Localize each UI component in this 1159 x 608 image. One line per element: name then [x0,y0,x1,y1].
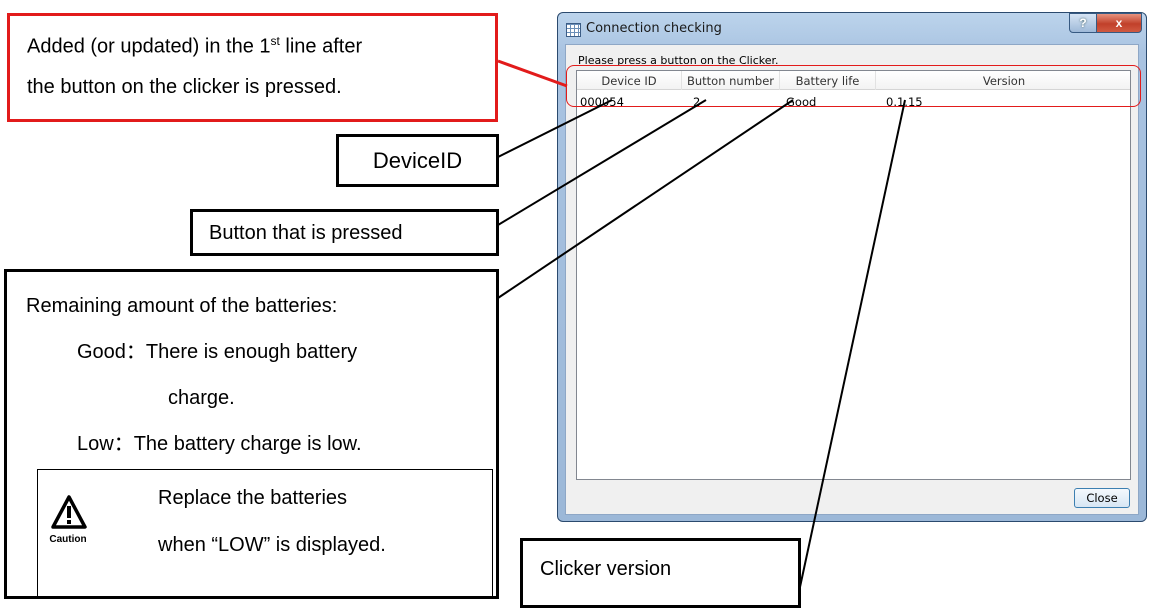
added-text-part-1: Added (or updated) in the 1 [27,35,271,58]
battery-low-line: Low：The battery charge is low. [77,433,362,455]
version-callout-box: Clicker version [520,538,801,608]
deviceid-callout-line [497,99,613,158]
added-callout-line-1: Added (or updated) in the 1st line after [27,23,362,65]
caution-line-1: Replace the batteries [158,487,348,509]
deviceid-callout-box: DeviceID [336,134,499,187]
battery-good-continued: charge. [168,387,235,409]
button-callout-text: Button that is pressed [209,222,403,244]
battery-good-line: Good：There is enough battery [77,341,358,363]
battery-callout-box: Remaining amount of the batteries: Good：… [4,269,499,599]
version-callout-line [799,99,906,588]
version-callout-text: Clicker version [540,558,672,580]
caution-line-2: when “LOW” is displayed. [158,534,386,556]
caution-box: Caution Replace the batteries when “LOW”… [37,469,493,597]
added-text-superscript: st [270,34,280,48]
battery-title: Remaining amount of the batteries: [26,295,338,317]
added-callout-box: Added (or updated) in the 1st line after… [7,13,498,122]
added-callout-line [497,59,568,88]
added-callout-line-2: the button on the clicker is pressed. [27,76,342,98]
button-callout-box: Button that is pressed [190,209,499,256]
added-text-part-2: line after [279,35,363,58]
caution-warning-icon [51,495,87,529]
deviceid-callout-text: DeviceID [372,148,463,173]
caution-label: Caution [49,534,87,545]
button-callout-line [497,99,707,226]
